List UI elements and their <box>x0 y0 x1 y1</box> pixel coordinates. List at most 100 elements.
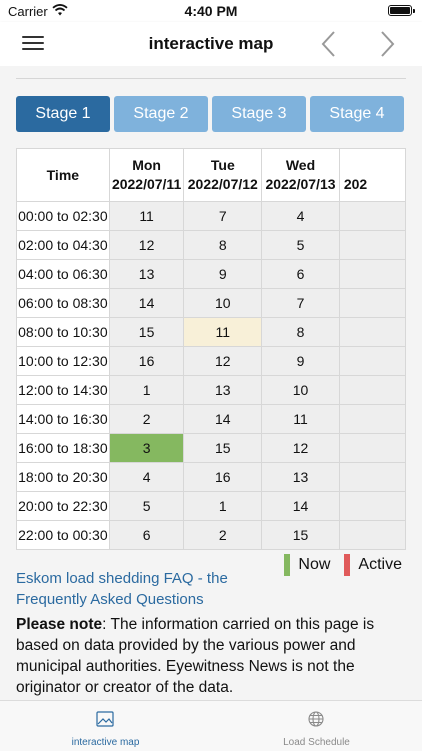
zone-cell <box>338 230 406 260</box>
table-row: 22:00 to 00:30 6 2 15 <box>16 520 406 550</box>
day-name: Wed <box>285 157 316 173</box>
day-date: 2022/07/13 <box>265 176 336 192</box>
time-slot-cell: 14:00 to 16:30 <box>16 404 110 434</box>
time-slot-cell: 16:00 to 18:30 <box>16 433 110 463</box>
zone-cell: 15 <box>261 520 340 550</box>
legend: Now Active <box>284 554 402 576</box>
battery-icon <box>388 5 415 16</box>
table-row: 18:00 to 20:30 4 16 13 <box>16 462 406 492</box>
day-date: 2022/07/11 <box>111 176 182 192</box>
zone-cell: 7 <box>183 201 263 231</box>
table-row: 20:00 to 22:30 5 1 14 <box>16 491 406 521</box>
table-row: 08:00 to 10:30 15 11 8 <box>16 317 406 347</box>
day-name: Mon <box>132 157 161 173</box>
table-row: 14:00 to 16:30 2 14 11 <box>16 404 406 434</box>
time-slot-cell: 06:00 to 08:30 <box>16 288 110 318</box>
zone-cell: 10 <box>183 288 263 318</box>
time-slot-cell: 10:00 to 12:30 <box>16 346 110 376</box>
status-bar: Carrier 4:40 PM <box>0 0 422 22</box>
page-title: interactive map <box>148 34 274 53</box>
stage-4-button[interactable]: Stage 4 <box>310 96 404 132</box>
tab-label: interactive map <box>71 737 140 748</box>
active-swatch <box>344 554 351 576</box>
now-swatch <box>284 554 291 576</box>
zone-cell: 12 <box>108 230 185 260</box>
faq-link[interactable]: Eskom load shedding FAQ - the Frequently… <box>16 568 266 610</box>
zone-cell <box>338 433 406 463</box>
day-date: 202 <box>343 176 368 192</box>
nav-bar: interactive map <box>0 22 422 66</box>
zone-cell: 16 <box>108 346 185 376</box>
zone-cell: 13 <box>108 259 185 289</box>
time-header: Time <box>16 148 110 202</box>
schedule-table-container[interactable]: Time Mon 2022/07/11 Tue 2022/07/12 Wed 2022… <box>16 148 406 550</box>
zone-cell <box>338 520 406 550</box>
time-slot-cell: 04:00 to 06:30 <box>16 259 110 289</box>
zone-cell: 11 <box>183 317 263 347</box>
zone-cell: 13 <box>183 375 263 405</box>
day-header: Wed 2022/07/13 <box>261 148 340 202</box>
zone-cell: 5 <box>108 491 185 521</box>
zone-cell <box>338 317 406 347</box>
tab-interactive-map[interactable]: interactive map <box>0 701 211 751</box>
table-row: 16:00 to 18:30 3 15 12 <box>16 433 406 463</box>
table-row: 00:00 to 02:30 11 7 4 <box>16 201 406 231</box>
note-bold: Please note <box>16 616 103 633</box>
zone-cell: 10 <box>261 375 340 405</box>
zone-cell: 5 <box>261 230 340 260</box>
stage-selector: Stage 1 Stage 2 Stage 3 Stage 4 <box>16 96 406 132</box>
stage-2-button[interactable]: Stage 2 <box>114 96 208 132</box>
globe-icon <box>308 711 324 727</box>
tab-label: Load Schedule <box>283 737 350 748</box>
zone-cell: 14 <box>108 288 185 318</box>
active-label: Active <box>358 556 402 573</box>
zone-cell <box>338 404 406 434</box>
zone-cell: 2 <box>183 520 263 550</box>
chevron-left-icon[interactable] <box>314 28 344 60</box>
zone-cell <box>338 288 406 318</box>
day-header: Tue 2022/07/12 <box>183 148 263 202</box>
zone-cell: 12 <box>261 433 340 463</box>
zone-cell: 7 <box>261 288 340 318</box>
day-header: Mon 2022/07/11 <box>108 148 185 202</box>
tab-bar: interactive map Load Schedule <box>0 700 422 751</box>
disclaimer-note: Please note: The information carried on … <box>16 614 406 698</box>
day-name: Tue <box>210 157 235 173</box>
time-slot-cell: 22:00 to 00:30 <box>16 520 110 550</box>
table-row: 02:00 to 04:30 12 8 5 <box>16 230 406 260</box>
zone-cell: 15 <box>108 317 185 347</box>
time-slot-cell: 02:00 to 04:30 <box>16 230 110 260</box>
image-icon <box>96 711 114 727</box>
chevron-right-icon[interactable] <box>372 28 402 60</box>
zone-cell: 8 <box>261 317 340 347</box>
main-content: Stage 1 Stage 2 Stage 3 Stage 4 Time Mon… <box>0 66 422 700</box>
zone-cell: 12 <box>183 346 263 376</box>
tab-load-schedule[interactable]: Load Schedule <box>211 701 422 751</box>
zone-cell: 4 <box>261 201 340 231</box>
zone-cell: 1 <box>183 491 263 521</box>
zone-cell: 4 <box>108 462 185 492</box>
zone-cell <box>338 491 406 521</box>
zone-cell: 3 <box>108 433 185 463</box>
time-slot-cell: 12:00 to 14:30 <box>16 375 110 405</box>
stage-3-button[interactable]: Stage 3 <box>212 96 306 132</box>
day-header: 202 <box>338 148 406 202</box>
table-row: 10:00 to 12:30 16 12 9 <box>16 346 406 376</box>
time-slot-cell: 20:00 to 22:30 <box>16 491 110 521</box>
zone-cell <box>338 201 406 231</box>
table-row: 12:00 to 14:30 1 13 10 <box>16 375 406 405</box>
stage-1-button[interactable]: Stage 1 <box>16 96 110 132</box>
table-row: 06:00 to 08:30 14 10 7 <box>16 288 406 318</box>
zone-cell: 14 <box>183 404 263 434</box>
zone-cell: 6 <box>261 259 340 289</box>
zone-cell: 2 <box>108 404 185 434</box>
zone-cell: 9 <box>261 346 340 376</box>
zone-cell: 6 <box>108 520 185 550</box>
zone-cell: 14 <box>261 491 340 521</box>
zone-cell: 1 <box>108 375 185 405</box>
time-slot-cell: 08:00 to 10:30 <box>16 317 110 347</box>
zone-cell: 16 <box>183 462 263 492</box>
zone-cell <box>338 462 406 492</box>
zone-cell <box>338 375 406 405</box>
schedule-table: Time Mon 2022/07/11 Tue 2022/07/12 Wed 2022… <box>16 148 406 550</box>
